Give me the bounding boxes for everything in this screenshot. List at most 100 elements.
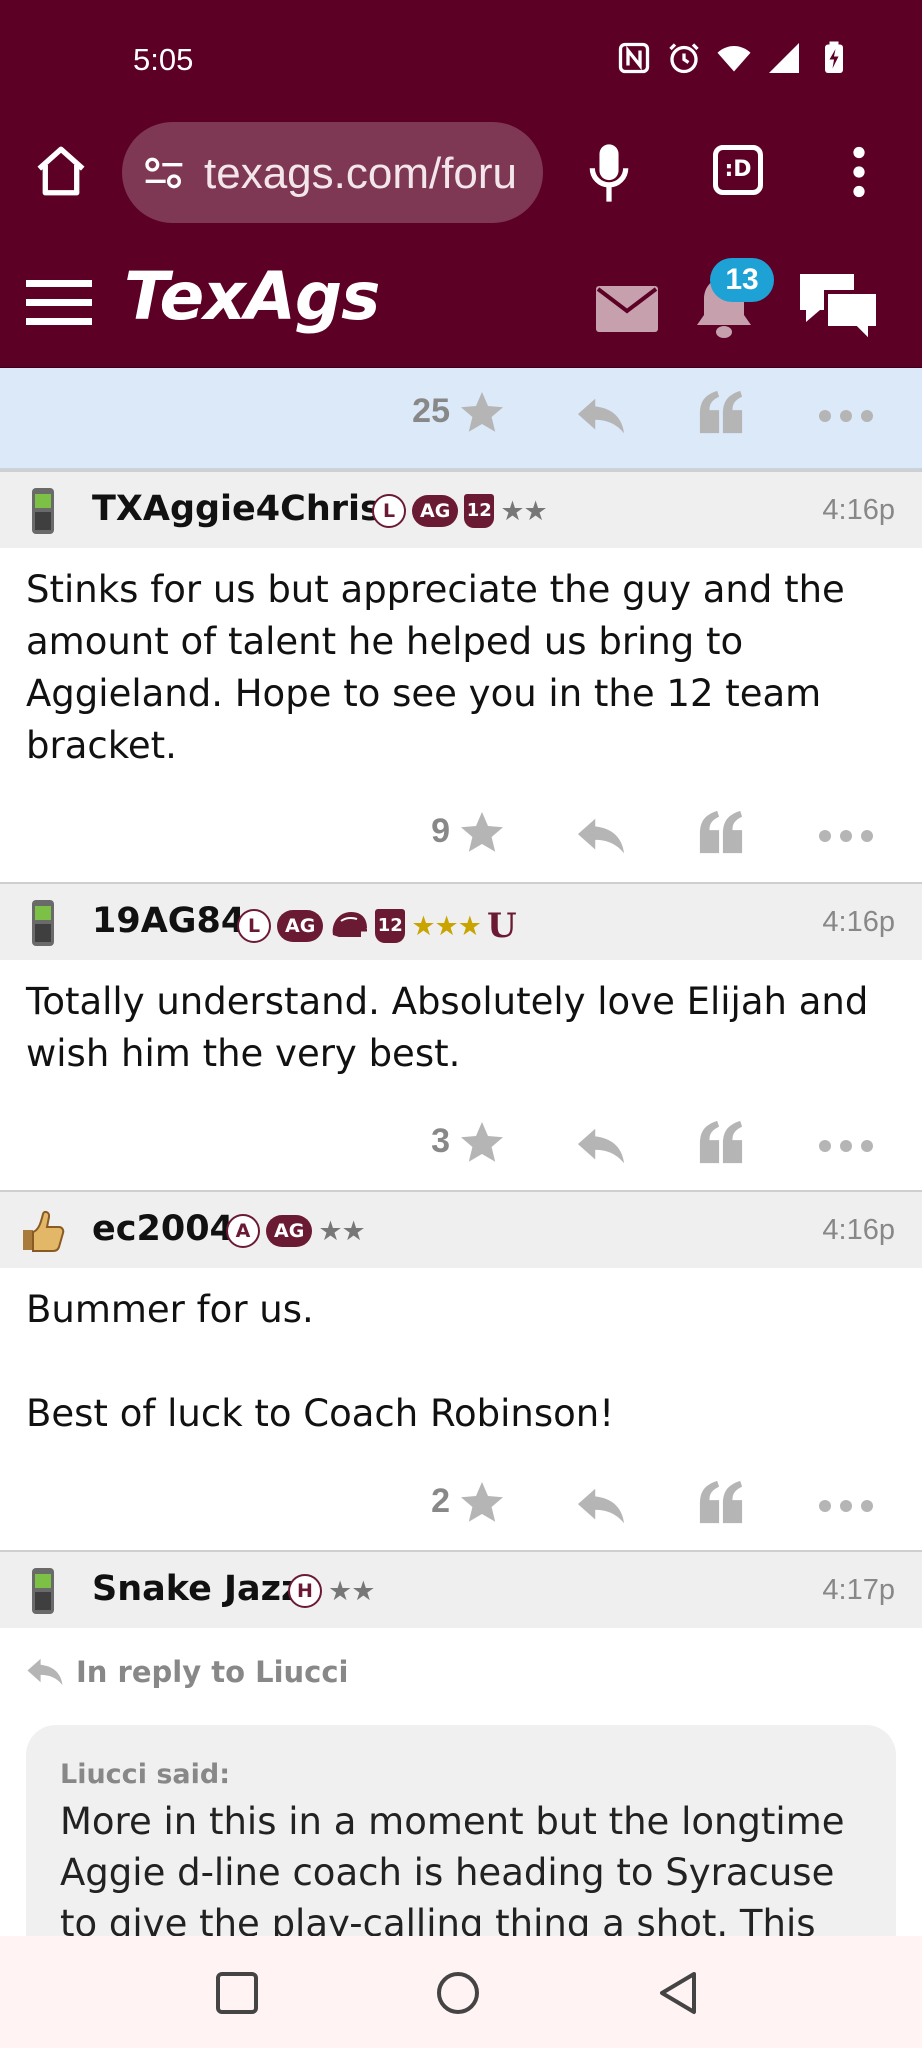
more-options-icon[interactable] [818, 1139, 874, 1153]
post-paragraph: Bummer for us. [26, 1288, 314, 1331]
reply-icon [27, 1658, 63, 1686]
quote-author: Liucci said: [60, 1759, 231, 1790]
hamburger-menu-icon[interactable] [26, 278, 92, 328]
badge-ag: AG [266, 1215, 313, 1247]
post-actions-bar: 2 [0, 1452, 922, 1562]
notification-count-badge[interactable]: 13 [710, 258, 774, 302]
recents-square-icon[interactable] [214, 1970, 260, 2016]
user-badges: A AG ★★ [226, 1214, 366, 1248]
more-options-icon[interactable] [818, 829, 874, 843]
badge-u: U [486, 906, 517, 946]
post-username[interactable]: Snake Jazz [92, 1569, 301, 1609]
post-paragraph: Best of luck to Coach Robinson! [26, 1392, 615, 1435]
thumbs-up-avatar-icon[interactable] [16, 1206, 68, 1256]
star-icon[interactable] [458, 808, 506, 856]
reply-reference[interactable]: In reply to Liucci [26, 1655, 348, 1689]
phone-avatar-icon[interactable] [20, 898, 66, 948]
wifi-icon [717, 46, 751, 72]
badge-h: H [288, 1574, 322, 1608]
tab-switcher-button[interactable]: :D [713, 145, 763, 195]
quote-text: More in this in a moment but the longtim… [60, 1800, 845, 1936]
quote-icon[interactable] [698, 390, 744, 434]
user-badges: L AG 12 ★★★ U [237, 906, 517, 946]
post-body: Totally understand. Absolutely love Elij… [26, 976, 896, 1080]
post-username[interactable]: 19AG84 [92, 901, 245, 941]
app-header: 5:05 texags.com/forums :D TexAgs 13 [0, 0, 922, 368]
star-icon[interactable] [458, 1478, 506, 1526]
badge-stars: ★★★ [411, 910, 482, 942]
post-body: Stinks for us but appreciate the guy and… [26, 564, 896, 772]
more-options-icon[interactable] [818, 409, 874, 423]
home-icon[interactable] [32, 142, 90, 200]
home-circle-icon[interactable] [435, 1970, 481, 2016]
signal-icon [769, 43, 799, 73]
back-triangle-icon[interactable] [656, 1970, 702, 2016]
thread-content: 25 TXAggie4Christ L AG 12 ★★ 4:16p Stink… [0, 368, 922, 1936]
user-badges: L AG 12 ★★ [372, 494, 548, 528]
quoted-post: Liucci said: More in this in a moment bu… [26, 1725, 896, 1936]
reply-icon[interactable] [576, 1126, 626, 1166]
badge-12: 12 [375, 909, 406, 943]
status-time: 5:05 [133, 42, 194, 77]
badge-a: A [226, 1214, 260, 1248]
badge-ag: AG [277, 910, 324, 942]
battery-icon [825, 41, 843, 73]
reply-reference-label[interactable]: In reply to Liucci [76, 1655, 348, 1689]
badge-l: L [372, 494, 406, 528]
post-paragraph: Totally understand. Absolutely love Elij… [26, 980, 869, 1075]
post-paragraph: Stinks for us but appreciate the guy and… [26, 568, 845, 767]
post-header: TXAggie4Christ L AG 12 ★★ 4:16p [0, 470, 922, 548]
post-header: 19AG84 L AG 12 ★★★ U 4:16p [0, 882, 922, 960]
badge-12: 12 [464, 494, 495, 528]
user-badges: H ★★ [288, 1574, 375, 1608]
more-options-icon[interactable] [818, 1499, 874, 1513]
post-actions-bar: 3 [0, 1092, 922, 1202]
post-time: 4:17p [822, 1574, 895, 1606]
star-count: 3 [431, 1122, 450, 1160]
browser-toolbar: texags.com/forums :D [0, 118, 922, 228]
post-username[interactable]: TXAggie4Christ [92, 489, 398, 529]
status-icons [616, 40, 852, 76]
chat-icon[interactable] [796, 268, 882, 346]
helmet-badge-icon [333, 912, 368, 937]
post-username[interactable]: ec2004 [92, 1209, 234, 1249]
quote-icon[interactable] [698, 1120, 744, 1164]
badge-stars: ★★ [500, 495, 547, 527]
site-header: TexAgs 13 [0, 228, 922, 368]
badge-stars: ★★ [318, 1215, 365, 1247]
system-navigation-bar [0, 1936, 922, 2048]
star-count: 25 [412, 392, 450, 430]
post-time: 4:16p [822, 494, 895, 526]
post-actions-bar: 9 [0, 782, 922, 892]
site-settings-icon[interactable] [144, 156, 184, 190]
badge-l: L [237, 909, 271, 943]
phone-avatar-icon[interactable] [20, 1566, 66, 1616]
post-time: 4:16p [822, 906, 895, 938]
badge-stars: ★★ [328, 1575, 375, 1607]
reply-icon[interactable] [576, 1486, 626, 1526]
alarm-icon [669, 43, 699, 74]
post-paragraph [26, 1336, 896, 1388]
overflow-menu-icon[interactable] [852, 146, 866, 198]
site-logo[interactable]: TexAgs [124, 258, 380, 335]
microphone-icon[interactable] [586, 142, 632, 204]
star-count: 9 [431, 812, 450, 850]
nfc-icon [618, 42, 650, 74]
status-bar: 5:05 [0, 0, 922, 118]
post-body: Bummer for us. Best of luck to Coach Rob… [26, 1284, 896, 1440]
post-header: Snake Jazz H ★★ 4:17p [0, 1550, 922, 1628]
quote-icon[interactable] [698, 1480, 744, 1524]
url-text[interactable]: texags.com/forums [204, 149, 519, 199]
post-time: 4:16p [822, 1214, 895, 1246]
post-header: ec2004 A AG ★★ 4:16p [0, 1190, 922, 1268]
phone-avatar-icon[interactable] [20, 486, 66, 536]
address-bar[interactable]: texags.com/forums [122, 122, 543, 223]
quote-icon[interactable] [698, 810, 744, 854]
star-icon[interactable] [458, 388, 506, 436]
reply-icon[interactable] [576, 396, 626, 436]
mail-icon[interactable] [596, 286, 658, 332]
reply-icon[interactable] [576, 816, 626, 856]
star-icon[interactable] [458, 1118, 506, 1166]
post-actions-bar: 25 [0, 368, 922, 470]
star-count: 2 [431, 1482, 450, 1520]
